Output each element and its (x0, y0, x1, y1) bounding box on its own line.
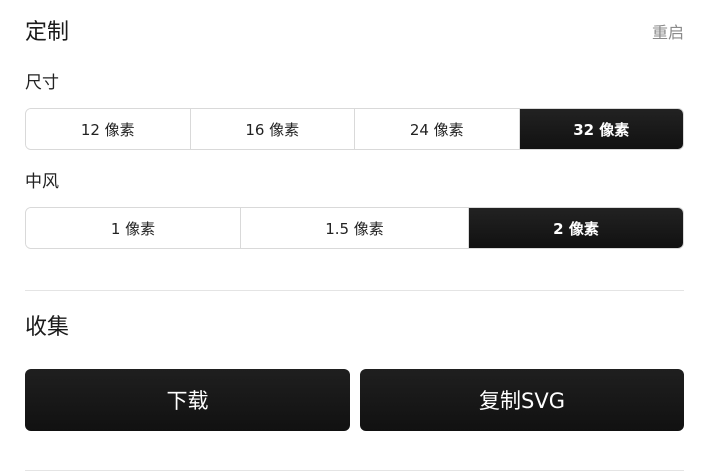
section-divider (25, 290, 684, 291)
bottom-divider (25, 470, 684, 471)
stroke-option-2[interactable]: 2 像素 (469, 208, 683, 248)
customize-title: 定制 (25, 20, 70, 45)
stroke-option-1-5[interactable]: 1.5 像素 (241, 208, 469, 248)
download-button[interactable]: 下载 (25, 369, 350, 431)
size-option-16[interactable]: 16 像素 (190, 109, 355, 149)
size-option-32[interactable]: 32 像素 (519, 109, 683, 149)
stroke-segmented-control: 1 像素 1.5 像素 2 像素 (25, 207, 684, 249)
reset-button[interactable]: 重启 (652, 19, 684, 47)
size-option-24[interactable]: 24 像素 (355, 109, 520, 149)
stroke-label: 中风 (25, 172, 59, 192)
copy-svg-button[interactable]: 复制SVG (360, 369, 684, 431)
size-segmented-control: 12 像素 16 像素 24 像素 32 像素 (25, 108, 684, 150)
customize-header: 定制 重启 (25, 16, 684, 50)
collection-title: 收集 (25, 315, 70, 340)
size-label: 尺寸 (25, 73, 59, 93)
size-option-12[interactable]: 12 像素 (26, 109, 191, 149)
stroke-option-1[interactable]: 1 像素 (26, 208, 241, 248)
